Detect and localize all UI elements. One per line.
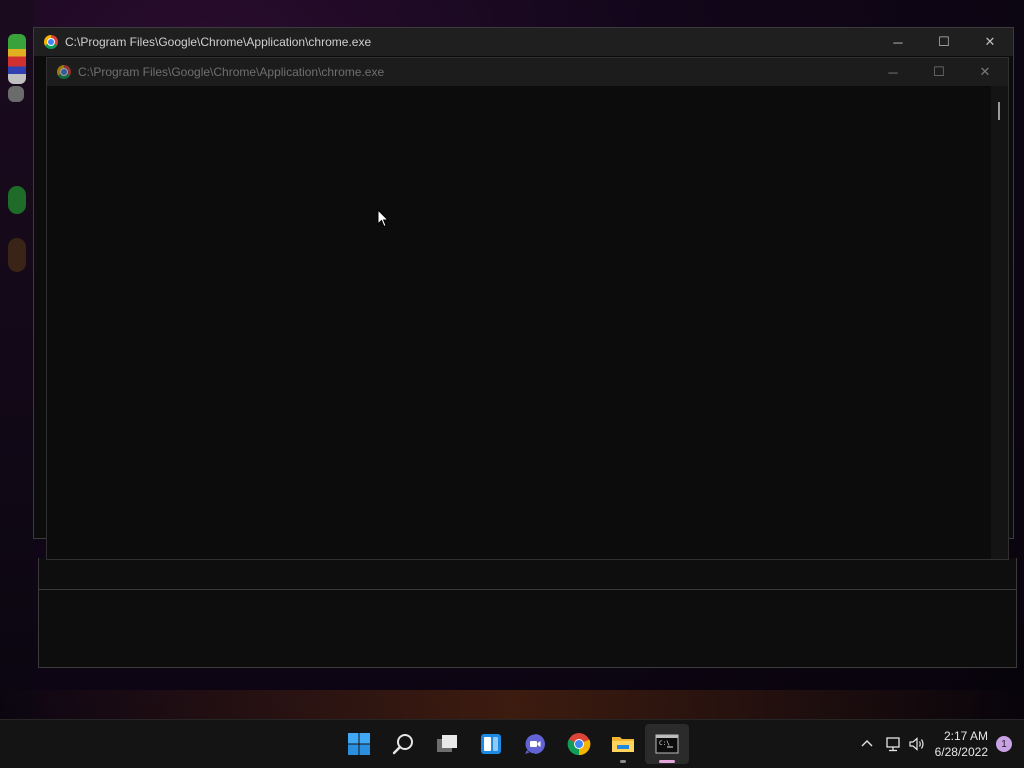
taskbar-clock[interactable]: 2:17 AM 6/28/2022 — [935, 728, 988, 760]
widgets-button[interactable] — [469, 724, 513, 764]
chrome-icon — [44, 35, 58, 49]
folder-icon — [612, 737, 634, 752]
minimize-button[interactable]: ─ — [870, 58, 916, 86]
desktop-app-icon-2[interactable] — [8, 186, 26, 214]
teams-chat-icon — [525, 734, 545, 755]
system-tray: 2:17 AM 6/28/2022 1 — [853, 720, 1024, 768]
terminal-taskbar-button[interactable]: C:\ — [645, 724, 689, 764]
task-view-icon — [437, 735, 457, 752]
clock-date: 6/28/2022 — [934, 745, 988, 759]
chrome-taskbar-button[interactable] — [557, 724, 601, 764]
background-window-panel[interactable] — [38, 589, 1017, 668]
taskbar: C:\ 2:17 AM 6/28/2022 1 — [0, 719, 1024, 768]
mouse-cursor-icon — [377, 209, 389, 228]
desktop-background — [0, 0, 34, 720]
network-button[interactable] — [881, 720, 905, 768]
clock-time: 2:17 AM — [943, 729, 988, 743]
start-button[interactable] — [337, 724, 381, 764]
back-window-titlebar[interactable]: C:\Program Files\Google\Chrome\Applicati… — [34, 28, 1013, 56]
console-scrollbar[interactable] — [991, 86, 1008, 559]
terminal-icon: C:\ — [655, 734, 679, 754]
show-hidden-icons-button[interactable] — [853, 720, 881, 768]
close-button[interactable]: ✕ — [967, 28, 1013, 56]
chat-button[interactable] — [513, 724, 557, 764]
search-button[interactable] — [381, 724, 425, 764]
desktop-glow — [0, 690, 1024, 720]
front-window-controls: ─ ☐ ✕ — [870, 58, 1008, 86]
running-indicator — [620, 760, 626, 763]
notification-badge[interactable]: 1 — [996, 736, 1012, 752]
taskbar-apps: C:\ — [337, 720, 689, 768]
front-console-window[interactable]: C:\Program Files\Google\Chrome\Applicati… — [46, 57, 1009, 560]
front-window-title: C:\Program Files\Google\Chrome\Applicati… — [78, 65, 385, 79]
chrome-icon — [567, 733, 591, 756]
file-explorer-button[interactable] — [601, 724, 645, 764]
desktop-app-icon[interactable] — [8, 34, 26, 84]
volume-icon — [909, 737, 924, 751]
scrollbar-thumb[interactable] — [998, 102, 1000, 120]
active-indicator — [659, 760, 675, 763]
desktop-shortcut-icon[interactable] — [8, 86, 24, 102]
windows-start-icon — [348, 733, 370, 755]
back-window-controls: ─ ☐ ✕ — [875, 28, 1013, 56]
svg-text:C:\: C:\ — [659, 740, 670, 747]
widgets-icon — [481, 734, 501, 754]
maximize-button[interactable]: ☐ — [921, 28, 967, 56]
desktop-app-icon-3[interactable] — [8, 238, 26, 272]
task-view-button[interactable] — [425, 724, 469, 764]
front-window-titlebar[interactable]: C:\Program Files\Google\Chrome\Applicati… — [47, 58, 1008, 86]
network-icon — [885, 737, 900, 752]
minimize-button[interactable]: ─ — [875, 28, 921, 56]
volume-button[interactable] — [905, 720, 929, 768]
back-window-title: C:\Program Files\Google\Chrome\Applicati… — [65, 35, 372, 49]
maximize-button[interactable]: ☐ — [916, 58, 962, 86]
chrome-icon — [57, 65, 71, 79]
background-window-strip — [38, 558, 1017, 589]
close-button[interactable]: ✕ — [962, 58, 1008, 86]
search-icon — [392, 734, 413, 755]
chevron-up-icon — [861, 740, 873, 747]
